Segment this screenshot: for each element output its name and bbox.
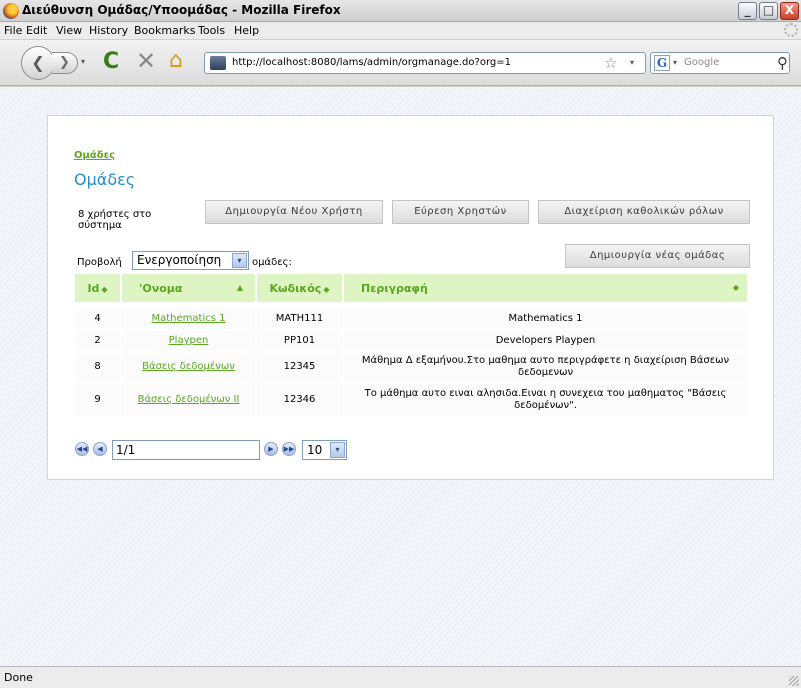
- cell-name: Βάσεις δεδομένων: [122, 353, 257, 383]
- chevron-down-icon[interactable]: ▾: [330, 442, 345, 458]
- throbber-icon: [784, 23, 798, 37]
- title-bar: Διεύθυνση Ομάδας/Υποομάδας - Mozilla Fir…: [0, 0, 801, 22]
- global-roles-button[interactable]: Διαχείριση καθολικών ρόλων: [538, 200, 750, 224]
- menu-file[interactable]: File: [4, 24, 22, 37]
- last-page-icon[interactable]: ▶▶: [282, 442, 296, 456]
- back-button[interactable]: ❮: [21, 46, 55, 80]
- column-header-code[interactable]: Κωδικός ◆: [257, 274, 344, 302]
- content-card: Ομάδες Ομάδες 8 χρήστες στο σύστημα Δημι…: [47, 115, 774, 480]
- column-header-description[interactable]: Περιγραφή ◆: [344, 274, 749, 302]
- menu-help[interactable]: Help: [234, 24, 259, 37]
- group-link[interactable]: Βάσεις δεδομένων ΙΙ: [138, 394, 240, 405]
- google-icon[interactable]: G: [654, 55, 670, 71]
- group-link[interactable]: Mathematics 1: [152, 313, 226, 324]
- forward-button[interactable]: ❯: [52, 52, 78, 74]
- address-bar[interactable]: http://localhost:8080/lams/admin/orgmana…: [204, 52, 646, 74]
- table-row: 4 Mathematics 1 MATH111 Mathematics 1: [75, 308, 749, 331]
- window-title: Διεύθυνση Ομάδας/Υποομάδας - Mozilla Fir…: [22, 3, 341, 17]
- page-size-select[interactable]: 10 ▾: [302, 440, 347, 460]
- status-text: Done: [4, 671, 33, 684]
- bookmark-star-icon[interactable]: ☆: [604, 54, 617, 72]
- sort-ascending-icon[interactable]: ▲: [237, 283, 243, 292]
- minimize-button[interactable]: _: [738, 2, 757, 20]
- cell-id: 2: [75, 331, 122, 353]
- sort-icon[interactable]: ◆: [323, 285, 329, 294]
- home-button[interactable]: ⌂: [169, 49, 183, 73]
- group-link[interactable]: Playpen: [169, 335, 209, 346]
- search-icon[interactable]: ⚲: [777, 54, 788, 72]
- filter-label: Προβολή: [77, 257, 122, 268]
- column-header-id-label: Id: [87, 281, 100, 295]
- menu-bar: File Edit View History Bookmarks Tools H…: [0, 22, 801, 40]
- previous-page-icon[interactable]: ◀: [93, 442, 107, 456]
- filter-suffix: ομάδες:: [252, 257, 292, 268]
- cell-name: Βάσεις δεδομένων ΙΙ: [122, 383, 257, 418]
- page-title: Ομάδες: [74, 170, 136, 189]
- menu-edit[interactable]: Edit: [26, 24, 47, 37]
- resize-grip-icon[interactable]: [789, 676, 799, 686]
- pagination: ◀◀ ◀ 1/1 ▶ ▶▶ 10 ▾: [72, 440, 372, 462]
- page-size-value[interactable]: 10: [307, 443, 322, 457]
- page-number-input[interactable]: 1/1: [112, 440, 260, 460]
- cell-description: Μάθημα Δ εξαμήνου.Στο μαθημα αυτο περιγρ…: [344, 353, 749, 383]
- chevron-down-icon[interactable]: ▾: [232, 253, 247, 268]
- column-header-name-label: 'Ονομα: [139, 281, 183, 295]
- cell-id: 8: [75, 353, 122, 383]
- user-count-text: 8 χρήστες στο σύστημα: [78, 209, 152, 231]
- cell-name: Mathematics 1: [122, 308, 257, 331]
- reload-button[interactable]: C: [103, 50, 119, 74]
- page-viewport: Ομάδες Ομάδες 8 χρήστες στο σύστημα Δημι…: [0, 87, 801, 666]
- cell-id: 9: [75, 383, 122, 418]
- site-identity-icon[interactable]: [210, 56, 226, 70]
- group-state-value[interactable]: Ενεργοποίηση: [137, 253, 221, 267]
- cell-code: MATH111: [257, 308, 344, 331]
- group-state-select[interactable]: Ενεργοποίηση ▾: [132, 251, 249, 270]
- cell-code: 12346: [257, 383, 344, 418]
- search-input[interactable]: Google: [684, 57, 719, 68]
- url-dropdown-icon[interactable]: ▾: [630, 58, 634, 67]
- history-dropdown-icon[interactable]: ▾: [81, 57, 85, 66]
- cell-description: Mathematics 1: [344, 308, 749, 331]
- cell-description: Developers Playpen: [344, 331, 749, 353]
- search-bar[interactable]: G ▾ Google ⚲: [650, 52, 790, 74]
- next-page-icon[interactable]: ▶: [264, 442, 278, 456]
- group-link[interactable]: Βάσεις δεδομένων: [142, 361, 235, 372]
- table-row: 2 Playpen PP101 Developers Playpen: [75, 331, 749, 353]
- maximize-button[interactable]: □: [759, 2, 778, 20]
- cell-code: PP101: [257, 331, 344, 353]
- menu-bookmarks[interactable]: Bookmarks: [134, 24, 195, 37]
- breadcrumb[interactable]: Ομάδες: [74, 150, 115, 161]
- sort-icon[interactable]: ◆: [101, 285, 107, 294]
- find-users-button[interactable]: Εύρεση Χρηστών: [392, 200, 529, 224]
- navigation-toolbar: ❮ ❯ ▾ C ✕ ⌂ http://localhost:8080/lams/a…: [0, 40, 801, 86]
- new-user-button[interactable]: Δημιουργία Νέου Χρήστη: [205, 200, 383, 224]
- cell-id: 4: [75, 308, 122, 331]
- cell-name: Playpen: [122, 331, 257, 353]
- search-engine-dropdown-icon[interactable]: ▾: [673, 58, 677, 67]
- new-group-button[interactable]: Δημιουργία νέας ομάδας: [565, 244, 750, 268]
- menu-tools[interactable]: Tools: [198, 24, 225, 37]
- column-header-description-label: Περιγραφή: [361, 281, 428, 295]
- column-header-name[interactable]: 'Ονομα ▲: [122, 274, 257, 302]
- sort-icon[interactable]: ◆: [733, 283, 739, 292]
- url-text[interactable]: http://localhost:8080/lams/admin/orgmana…: [232, 57, 511, 68]
- status-bar: Done: [0, 666, 801, 688]
- table-row: 8 Βάσεις δεδομένων 12345 Μάθημα Δ εξαμήν…: [75, 353, 749, 383]
- menu-view[interactable]: View: [56, 24, 82, 37]
- menu-history[interactable]: History: [89, 24, 128, 37]
- column-header-id[interactable]: Id ◆: [75, 274, 122, 302]
- cell-code: 12345: [257, 353, 344, 383]
- stop-button[interactable]: ✕: [136, 48, 156, 74]
- cell-description: Το μάθημα αυτο ειναι αλησιδα.Ειναι η συν…: [344, 383, 749, 418]
- table-row: 9 Βάσεις δεδομένων ΙΙ 12346 Το μάθημα αυ…: [75, 383, 749, 418]
- first-page-icon[interactable]: ◀◀: [75, 442, 89, 456]
- firefox-icon: [3, 3, 19, 19]
- groups-table: Id ◆ 'Ονομα ▲ Κωδικός ◆ Περιγραφή ◆ 4 Ma…: [75, 274, 749, 418]
- close-button[interactable]: X: [780, 2, 799, 20]
- column-header-code-label: Κωδικός: [269, 281, 322, 295]
